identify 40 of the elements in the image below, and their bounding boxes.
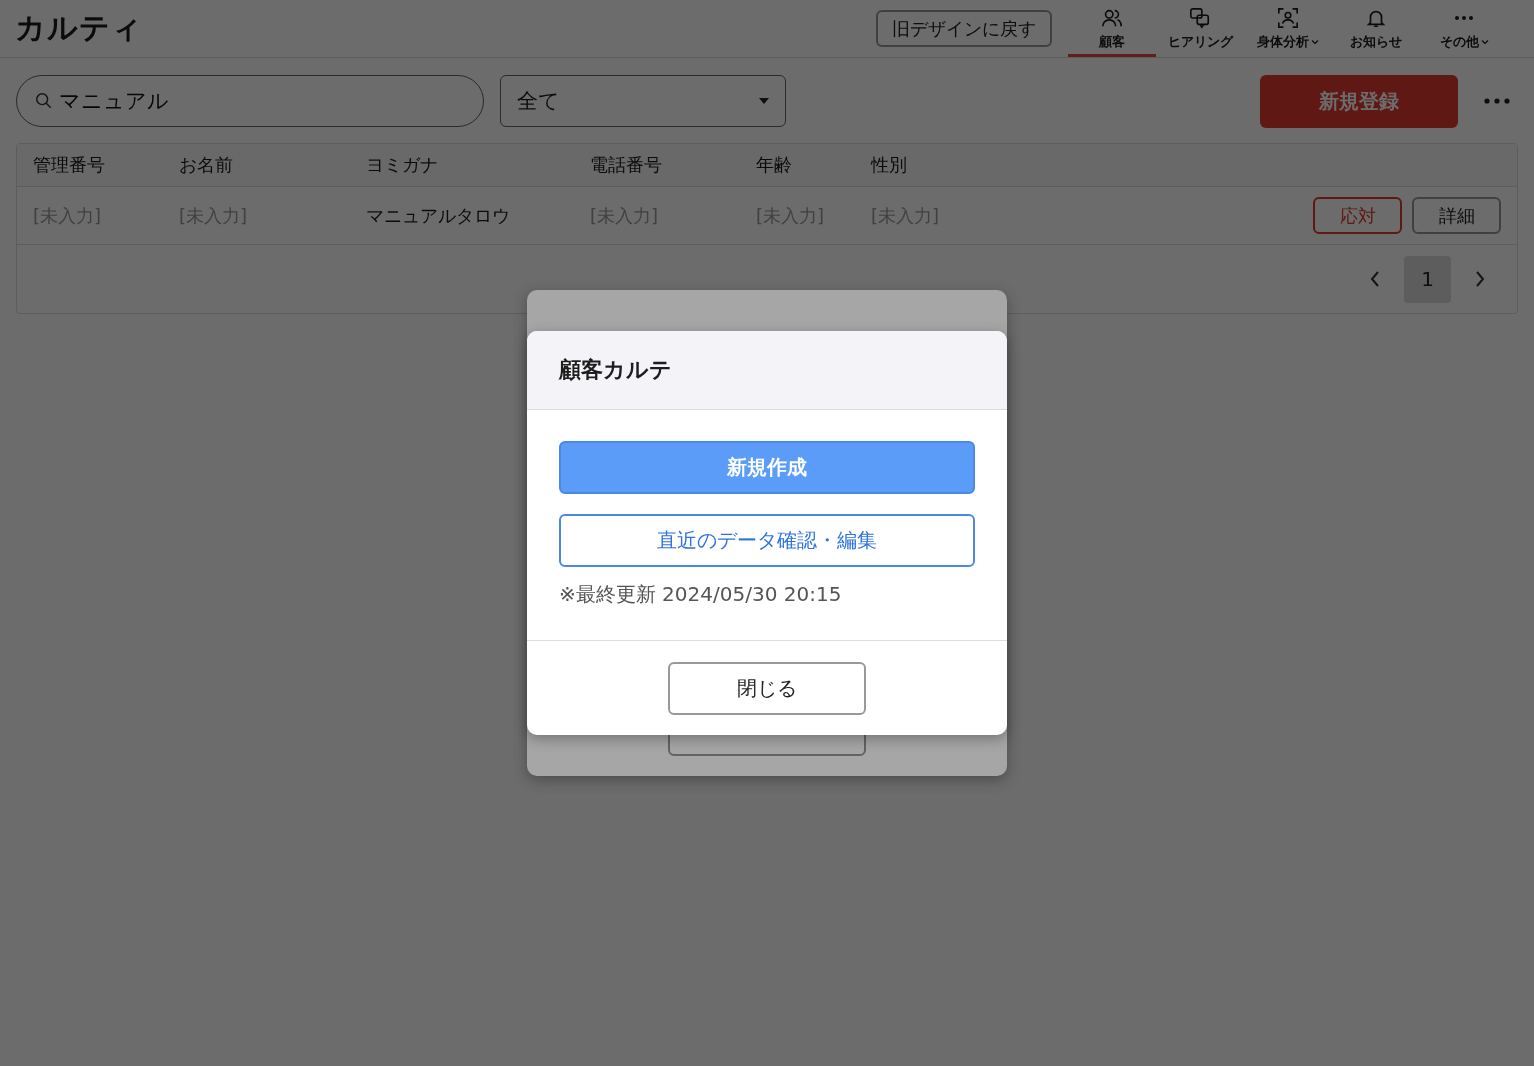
column-header: 年齢 — [756, 153, 793, 177]
chat-icon — [1188, 7, 1212, 29]
column-header: お名前 — [179, 153, 234, 177]
previous-page-icon[interactable] — [1370, 271, 1380, 287]
last-updated-note: ※最終更新 2024/05/30 20:15 — [559, 581, 843, 608]
nav-tab[interactable]: 顧客 — [1068, 0, 1156, 57]
column-header: 性別 — [871, 153, 908, 177]
column-header: 管理番号 — [33, 153, 106, 177]
close-button[interactable]: 閉じる — [668, 661, 866, 715]
nav-label: 身体分析 — [1257, 33, 1319, 51]
edit-recent-button[interactable]: 直近のデータ確認・編集 — [559, 514, 975, 567]
search-icon — [35, 92, 53, 110]
caret-icon — [1311, 39, 1319, 45]
detail-button[interactable]: 詳細 — [1412, 197, 1501, 234]
new-register-button[interactable]: 新規登録 — [1260, 74, 1458, 128]
old-design-button[interactable]: 旧デザインに戻す — [876, 10, 1052, 47]
table-cell-text: マニュアルタロウ — [366, 203, 511, 228]
next-page-icon[interactable] — [1475, 271, 1485, 287]
filter-dropdown[interactable]: 全て — [500, 75, 786, 127]
caret-icon — [759, 98, 769, 104]
more-icon — [1454, 15, 1474, 21]
nav-tab[interactable]: ヒアリング — [1156, 0, 1244, 57]
app-logo: カルティ — [15, 9, 143, 47]
nav-tab[interactable]: その他 — [1420, 0, 1508, 57]
dialog-title: 顧客カルテ — [559, 356, 672, 384]
nav-label: その他 — [1439, 33, 1489, 51]
column-header: 電話番号 — [590, 153, 663, 177]
person-scan-icon — [1276, 7, 1300, 29]
caret-icon — [1480, 39, 1489, 45]
nav-label: 顧客 — [1099, 33, 1125, 51]
nav-label: ヒアリング — [1167, 33, 1233, 51]
people-icon — [1100, 7, 1124, 29]
respond-button[interactable]: 応対 — [1313, 197, 1402, 234]
nav-tab[interactable]: お知らせ — [1332, 0, 1420, 57]
nav-label: お知らせ — [1350, 33, 1402, 51]
page-button[interactable]: 1 — [1404, 255, 1451, 303]
column-header: ヨミガナ — [366, 153, 439, 177]
create-new-button[interactable]: 新規作成 — [559, 441, 975, 494]
more-icon[interactable] — [1484, 98, 1510, 104]
nav-tab[interactable]: 身体分析 — [1244, 0, 1332, 57]
